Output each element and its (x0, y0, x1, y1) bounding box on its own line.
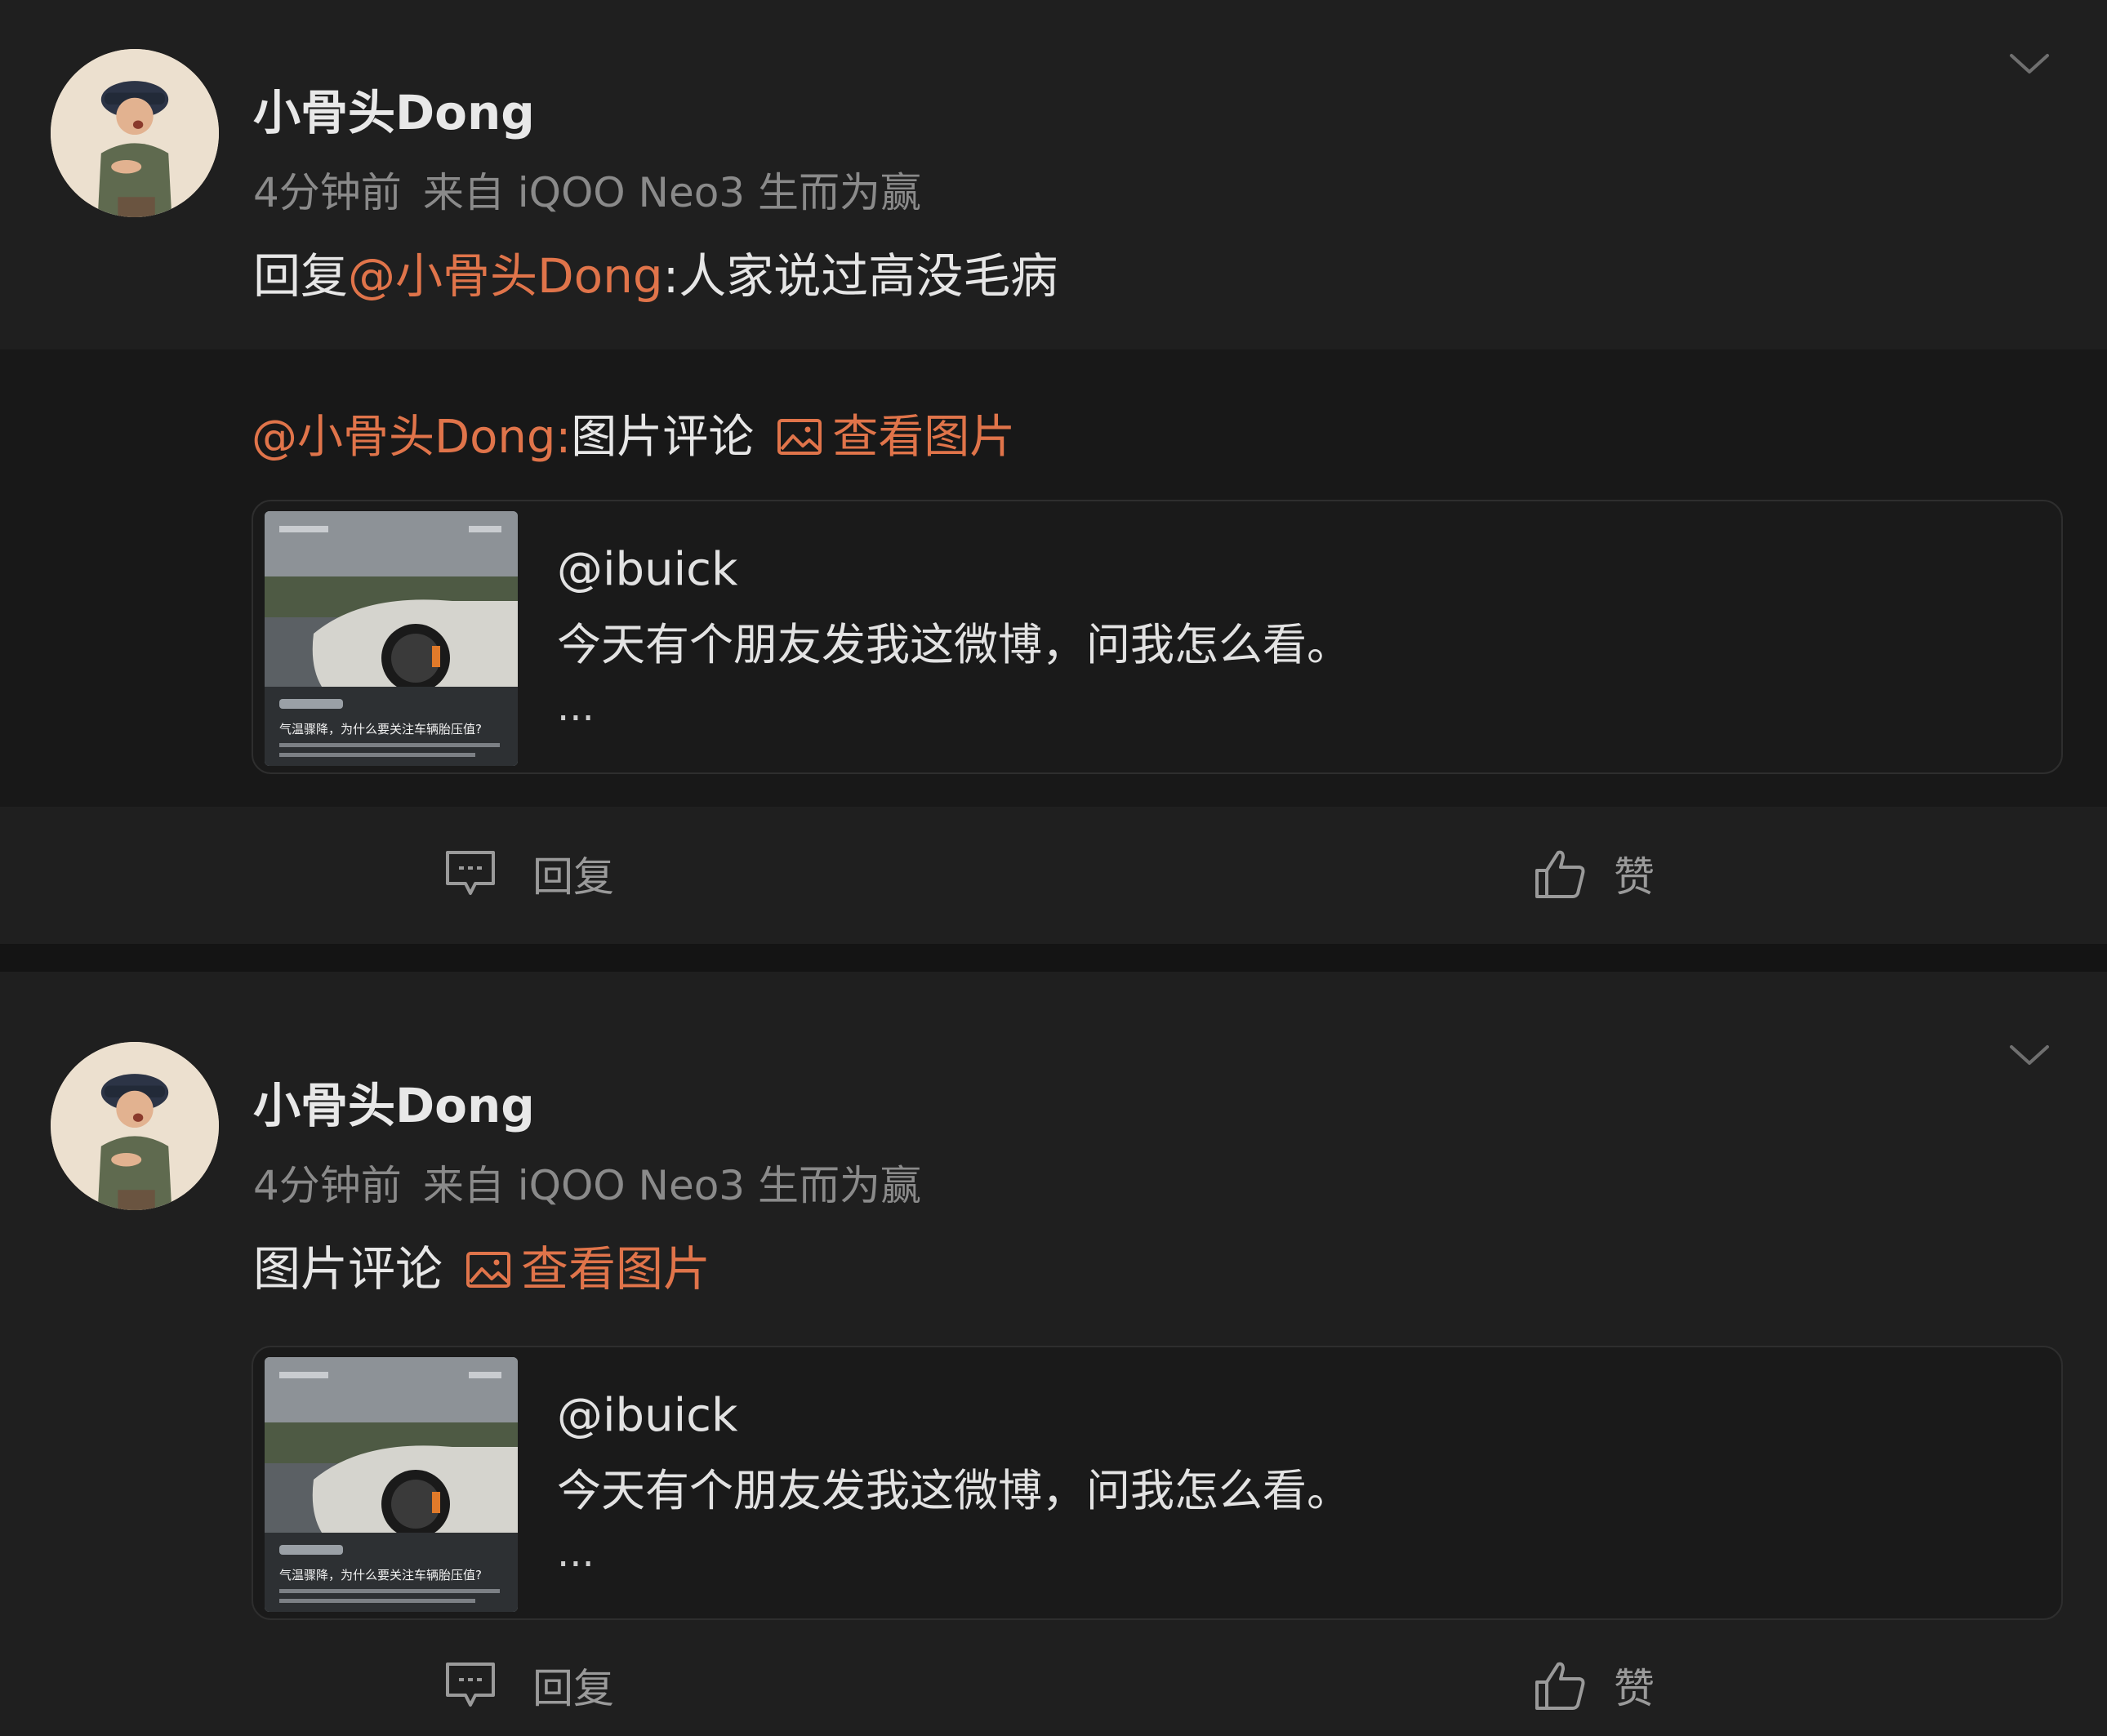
quoted-comment-text: 图片评论 (571, 411, 755, 464)
username[interactable]: 小骨头Dong (253, 1076, 535, 1135)
post-thumbnail: 气温骤降，为什么要关注车辆胎压值? (265, 1357, 518, 1612)
action-bar: 回复 赞 (0, 1645, 2107, 1726)
card-username[interactable]: @ibuick (557, 1387, 737, 1445)
timestamp: 4分钟前 (253, 1162, 402, 1209)
quoted-comment: @小骨头Dong:图片评论 查看图片 气温骤降，为什么要关注车辆胎压值? @ib… (0, 349, 2107, 807)
comment-body: 图片评论 (253, 1241, 443, 1297)
thumbnail-caption: 气温骤降，为什么要关注车辆胎压值? (279, 1568, 482, 1582)
like-button[interactable]: 赞 (1532, 833, 1655, 915)
reply-label: 回复 (532, 853, 614, 901)
reply-prefix: 回复 (253, 248, 349, 304)
thumbnail-caption: 气温骤降，为什么要关注车辆胎压值? (279, 722, 482, 737)
action-bar: 回复 赞 (0, 833, 2107, 915)
view-image-link[interactable]: 查看图片 (521, 1241, 710, 1297)
reposted-weibo-card[interactable]: 气温骤降，为什么要关注车辆胎压值? @ibuick 今天有个朋友发我这微博，问我… (252, 1346, 2063, 1620)
chevron-down-icon[interactable] (2005, 47, 2054, 80)
quoted-comment-line: @小骨头Dong:图片评论 查看图片 (252, 407, 1015, 469)
card-text: 今天有个朋友发我这微博，问我怎么看。 (557, 619, 1351, 670)
card-ellipsis: ... (557, 684, 595, 730)
thumbs-up-icon (1532, 1659, 1588, 1712)
reply-body: :人家说过高没毛病 (662, 248, 1058, 304)
reply-label: 回复 (532, 1665, 614, 1712)
reply-button[interactable]: 回复 (443, 1645, 614, 1726)
mention-link[interactable]: @小骨头Dong (348, 248, 663, 304)
view-image-link[interactable]: 查看图片 (832, 411, 1015, 464)
comment-text: 回复@小骨头Dong:人家说过高没毛病 (253, 245, 1058, 307)
avatar[interactable] (51, 1042, 219, 1210)
reposted-weibo-card[interactable]: 气温骤降，为什么要关注车辆胎压值? @ibuick 今天有个朋友发我这微博，问我… (252, 500, 2063, 774)
source-label: 来自 iQOO Neo3 生而为赢 (422, 1162, 922, 1209)
comment-icon (443, 848, 498, 900)
comment-card: 小骨头Dong 4分钟前 来自 iQOO Neo3 生而为赢 回复@小骨头Dong… (0, 0, 2107, 944)
comment-icon (443, 1659, 498, 1712)
username[interactable]: 小骨头Dong (253, 83, 535, 142)
comment-card: 小骨头Dong 4分钟前 来自 iQOO Neo3 生而为赢 图片评论 查看图片 气… (0, 972, 2107, 1736)
card-text: 今天有个朋友发我这微博，问我怎么看。 (557, 1465, 1351, 1516)
comment-text: 图片评论 查看图片 (253, 1238, 710, 1300)
card-username[interactable]: @ibuick (557, 541, 737, 599)
post-meta: 4分钟前 来自 iQOO Neo3 生而为赢 (253, 1160, 921, 1212)
post-meta: 4分钟前 来自 iQOO Neo3 生而为赢 (253, 167, 921, 219)
like-button[interactable]: 赞 (1532, 1645, 1655, 1726)
timestamp: 4分钟前 (253, 169, 402, 216)
mention-link[interactable]: @小骨头Dong: (252, 411, 571, 464)
post-divider (0, 944, 2107, 972)
like-label: 赞 (1614, 1665, 1655, 1712)
like-label: 赞 (1614, 853, 1655, 901)
image-icon[interactable] (777, 418, 822, 456)
avatar[interactable] (51, 49, 219, 217)
chevron-down-icon[interactable] (2005, 1039, 2054, 1071)
card-ellipsis: ... (557, 1530, 595, 1576)
thumbs-up-icon (1532, 848, 1588, 900)
post-thumbnail: 气温骤降，为什么要关注车辆胎压值? (265, 511, 518, 766)
reply-button[interactable]: 回复 (443, 833, 614, 915)
image-icon[interactable] (466, 1251, 511, 1289)
source-label: 来自 iQOO Neo3 生而为赢 (422, 169, 922, 216)
